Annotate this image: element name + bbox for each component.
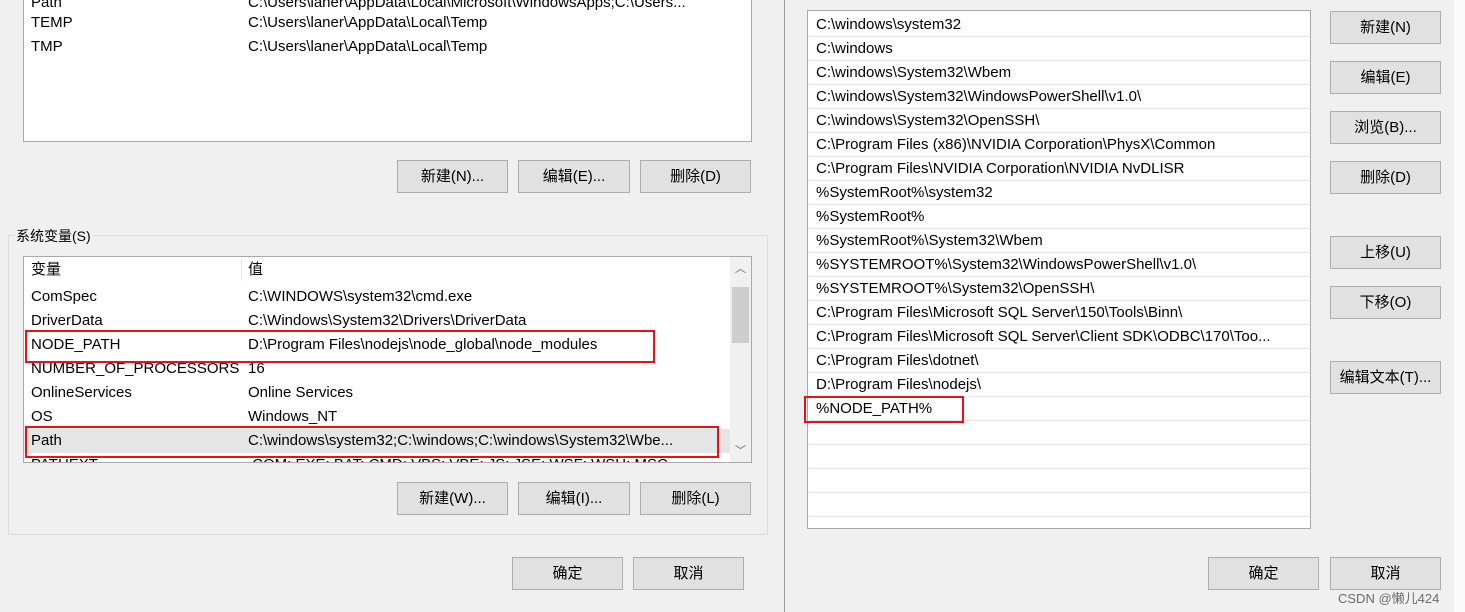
path-entry-empty[interactable] <box>809 493 1309 517</box>
path-entry[interactable]: C:\windows <box>809 37 1309 61</box>
user-var-value: C:\Users\laner\AppData\Local\Temp <box>248 38 488 55</box>
path-move-up-button[interactable]: 上移(U) <box>1330 236 1441 269</box>
path-entry[interactable]: %SYSTEMROOT%\System32\WindowsPowerShell\… <box>809 253 1309 277</box>
system-variables-scrollbar[interactable]: ︿ ﹀ <box>730 257 751 462</box>
left-ok-button[interactable]: 确定 <box>512 557 623 590</box>
user-edit-button[interactable]: 编辑(E)... <box>518 160 630 193</box>
path-entry[interactable]: C:\Program Files\NVIDIA Corporation\NVID… <box>809 157 1309 181</box>
window-gap <box>768 0 784 612</box>
path-entry[interactable]: C:\Program Files\dotnet\ <box>809 349 1309 373</box>
edit-path-dialog: C:\windows\system32 C:\windows C:\window… <box>784 0 1465 612</box>
highlight-box-node-path <box>25 330 655 363</box>
system-new-button[interactable]: 新建(W)... <box>397 482 508 515</box>
highlight-box-node-path-entry <box>804 396 964 423</box>
path-entry[interactable]: C:\Program Files (x86)\NVIDIA Corporatio… <box>809 133 1309 157</box>
path-entry-selected[interactable]: C:\windows\system32 <box>809 13 1309 37</box>
system-var-name: OnlineServices <box>31 384 132 401</box>
path-entry[interactable]: C:\windows\System32\WindowsPowerShell\v1… <box>809 85 1309 109</box>
path-entry[interactable]: %SystemRoot%\System32\Wbem <box>809 229 1309 253</box>
user-var-row[interactable]: TEMP C:\Users\laner\AppData\Local\Temp <box>24 11 751 35</box>
scroll-up-icon[interactable]: ︿ <box>730 259 751 280</box>
path-edit-button[interactable]: 编辑(E) <box>1330 61 1441 94</box>
watermark: CSDN @懒儿424 <box>1338 591 1440 606</box>
user-delete-button[interactable]: 删除(D) <box>640 160 751 193</box>
column-header-value[interactable]: 值 <box>248 257 263 283</box>
path-entry[interactable]: C:\windows\System32\OpenSSH\ <box>809 109 1309 133</box>
user-var-name: TEMP <box>31 14 73 31</box>
path-cancel-button[interactable]: 取消 <box>1330 557 1441 590</box>
path-entry[interactable]: C:\windows\System32\Wbem <box>809 61 1309 85</box>
system-var-row[interactable]: ComSpec C:\WINDOWS\system32\cmd.exe <box>24 285 731 309</box>
system-variables-header: 变量 值 <box>24 257 751 283</box>
path-entry[interactable]: D:\Program Files\nodejs\ <box>809 373 1309 397</box>
path-entry[interactable]: C:\Program Files\Microsoft SQL Server\Cl… <box>809 325 1309 349</box>
system-var-row[interactable]: OnlineServices Online Services <box>24 381 731 405</box>
path-delete-button[interactable]: 删除(D) <box>1330 161 1441 194</box>
column-header-name[interactable]: 变量 <box>31 257 61 283</box>
path-entry-empty[interactable] <box>809 445 1309 469</box>
scroll-thumb[interactable] <box>732 287 749 343</box>
user-var-name: TMP <box>31 38 63 55</box>
path-edit-text-button[interactable]: 编辑文本(T)... <box>1330 361 1441 394</box>
user-var-row[interactable]: TMP C:\Users\laner\AppData\Local\Temp <box>24 35 751 59</box>
path-entry-empty[interactable] <box>809 469 1309 493</box>
path-entry-empty[interactable] <box>809 421 1309 445</box>
path-entry[interactable]: %SystemRoot%\system32 <box>809 181 1309 205</box>
path-entry[interactable]: %SystemRoot% <box>809 205 1309 229</box>
path-move-down-button[interactable]: 下移(O) <box>1330 286 1441 319</box>
left-cancel-button[interactable]: 取消 <box>633 557 744 590</box>
system-edit-button[interactable]: 编辑(I)... <box>518 482 630 515</box>
user-new-button[interactable]: 新建(N)... <box>397 160 508 193</box>
path-entry[interactable]: C:\Program Files\Microsoft SQL Server\15… <box>809 301 1309 325</box>
path-ok-button[interactable]: 确定 <box>1208 557 1319 590</box>
user-var-value: C:\Users\laner\AppData\Local\Temp <box>248 14 488 31</box>
path-entries-list[interactable]: C:\windows\system32 C:\windows C:\window… <box>807 10 1311 529</box>
user-variables-list[interactable]: Path C:\Users\laner\AppData\Local\Micros… <box>23 0 752 142</box>
system-var-name: ComSpec <box>31 288 97 305</box>
path-browse-button[interactable]: 浏览(B)... <box>1330 111 1441 144</box>
system-var-value: C:\WINDOWS\system32\cmd.exe <box>248 288 473 305</box>
path-entry[interactable]: %SYSTEMROOT%\System32\OpenSSH\ <box>809 277 1309 301</box>
path-new-button[interactable]: 新建(N) <box>1330 11 1441 44</box>
environment-variables-dialog: Path C:\Users\laner\AppData\Local\Micros… <box>0 0 778 612</box>
column-separator[interactable] <box>241 259 242 281</box>
highlight-box-path <box>25 426 719 458</box>
system-var-value: Online Services <box>248 384 354 401</box>
system-variables-title: 系统变量(S) <box>14 226 93 246</box>
background-window-edge <box>1454 0 1465 612</box>
system-delete-button[interactable]: 删除(L) <box>640 482 751 515</box>
scroll-down-icon[interactable]: ﹀ <box>730 441 751 462</box>
